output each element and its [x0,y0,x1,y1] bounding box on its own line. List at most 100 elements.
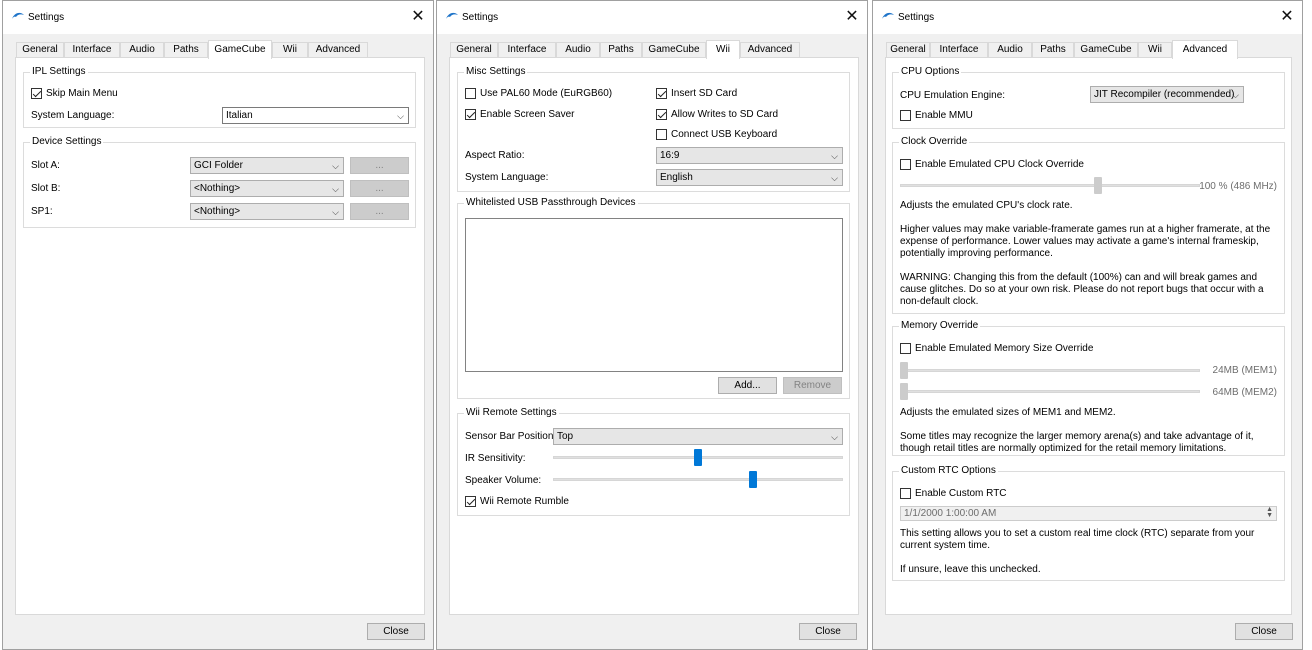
sp1-dropdown[interactable]: <Nothing> ⌵ [190,203,344,220]
description-text: Adjusts the emulated CPU's clock rate. [900,200,1073,211]
dolphin-icon [446,12,458,19]
title-bar[interactable]: Settings ✕ [3,1,433,34]
checkbox-label: Use PAL60 Mode (EuRGB60) [480,88,613,99]
mem2-slider-thumb[interactable] [900,383,908,400]
speaker-volume-slider[interactable] [553,478,843,481]
checkbox-label: Allow Writes to SD Card [671,109,779,120]
chevron-down-icon: ⌵ [332,161,339,171]
tab-interface[interactable]: Interface [930,42,988,58]
checkbox-label: Enable Emulated Memory Size Override [915,343,1094,354]
close-icon[interactable]: ✕ [1278,7,1296,27]
close-button[interactable]: Close [367,623,425,640]
group-title: Misc Settings [464,66,528,78]
usb-devices-list[interactable] [465,218,843,372]
screen-saver-checkbox[interactable] [465,109,476,120]
enable-mmu-checkbox[interactable] [900,110,911,121]
tab-audio[interactable]: Audio [988,42,1032,58]
tab-wii[interactable]: Wii [706,40,740,59]
aspect-ratio-label: Aspect Ratio: [465,150,525,161]
tab-paths[interactable]: Paths [600,42,642,58]
rtc-datetime-input[interactable]: 1/1/2000 1:00:00 AM ▲ ▼ [900,506,1277,521]
cpu-engine-dropdown[interactable]: JIT Recompiler (recommended) ⌵ [1090,86,1244,103]
group-title: Memory Override [899,320,981,332]
connect-usb-keyboard-checkbox[interactable] [656,129,667,140]
dropdown-value: English [660,172,693,183]
group-title: IPL Settings [30,66,88,78]
up-down-arrows-icon[interactable]: ▲ ▼ [1266,506,1273,519]
tab-advanced[interactable]: Advanced [740,42,800,58]
speaker-volume-slider-thumb[interactable] [749,471,758,488]
group-title: Wii Remote Settings [464,407,559,419]
close-button[interactable]: Close [1235,623,1293,640]
cpu-clock-value: 100 % (486 MHz) [1199,181,1277,192]
skip-main-menu-checkbox[interactable] [31,88,42,99]
tab-interface[interactable]: Interface [498,42,556,58]
wii-panel: Misc Settings Use PAL60 Mode (EuRGB60) E… [449,57,859,615]
remove-device-button[interactable]: Remove [783,377,842,394]
custom-rtc-group: Custom RTC Options Enable Custom RTC 1/1… [892,465,1285,581]
group-title: Whitelisted USB Passthrough Devices [464,197,638,209]
tab-audio[interactable]: Audio [556,42,600,58]
tab-gamecube[interactable]: GameCube [642,42,706,58]
settings-window-wii: Settings ✕ General Interface Audio Paths… [436,0,868,650]
tab-gamecube[interactable]: GameCube [208,40,272,59]
chevron-down-icon: ⌵ [332,207,339,217]
slot-b-dropdown[interactable]: <Nothing> ⌵ [190,180,344,197]
checkbox-label: Wii Remote Rumble [480,496,569,507]
tab-gamecube[interactable]: GameCube [1074,42,1138,58]
system-language-label: System Language: [465,172,549,183]
close-icon[interactable]: ✕ [843,7,861,27]
enable-custom-rtc-checkbox[interactable] [900,488,911,499]
sensor-bar-dropdown[interactable]: Top ⌵ [553,428,843,445]
tab-general[interactable]: General [16,42,64,58]
dropdown-value: <Nothing> [194,183,241,194]
mem1-slider-thumb[interactable] [900,362,908,379]
tab-advanced[interactable]: Advanced [308,42,368,58]
pal60-checkbox[interactable] [465,88,476,99]
enable-cpu-clock-override-checkbox[interactable] [900,159,911,170]
close-button[interactable]: Close [799,623,857,640]
mem1-value: 24MB (MEM1) [1212,365,1277,376]
chevron-down-icon: ⌵ [831,432,838,442]
tab-advanced[interactable]: Advanced [1172,40,1238,59]
close-icon[interactable]: ✕ [409,7,427,27]
mem2-value: 64MB (MEM2) [1212,387,1277,398]
tab-wii[interactable]: Wii [1138,42,1172,58]
ir-sensitivity-slider-thumb[interactable] [694,449,702,466]
checkbox-label: Connect USB Keyboard [671,129,778,140]
cpu-clock-slider-thumb[interactable] [1094,177,1102,194]
description-text: This setting allows you to set a custom … [900,528,1255,551]
tab-general[interactable]: General [450,42,498,58]
slot-b-config-button[interactable]: ... [350,180,409,197]
sp1-config-button[interactable]: ... [350,203,409,220]
allow-writes-sd-checkbox[interactable] [656,109,667,120]
system-language-dropdown[interactable]: Italian ⌵ [222,107,409,124]
title-bar[interactable]: Settings ✕ [437,1,867,34]
tab-interface[interactable]: Interface [64,42,120,58]
tab-audio[interactable]: Audio [120,42,164,58]
ipl-settings-group: IPL Settings Skip Main Menu System Langu… [23,66,416,128]
datetime-value: 1/1/2000 1:00:00 AM [904,508,997,519]
tab-general[interactable]: General [886,42,930,58]
insert-sd-checkbox[interactable] [656,88,667,99]
slot-a-config-button[interactable]: ... [350,157,409,174]
tab-wii[interactable]: Wii [272,42,308,58]
slot-a-dropdown[interactable]: GCI Folder ⌵ [190,157,344,174]
window-title: Settings [462,12,499,23]
slot-b-label: Slot B: [31,183,61,194]
mem2-slider[interactable] [900,390,1200,393]
enable-memory-override-checkbox[interactable] [900,343,911,354]
tab-paths[interactable]: Paths [1032,42,1074,58]
sp1-label: SP1: [31,206,53,217]
aspect-ratio-dropdown[interactable]: 16:9 ⌵ [656,147,843,164]
checkbox-label: Enable Custom RTC [915,488,1007,499]
dropdown-value: Italian [226,110,253,121]
add-device-button[interactable]: Add... [718,377,777,394]
ir-sensitivity-label: IR Sensitivity: [465,453,526,464]
system-language-dropdown[interactable]: English ⌵ [656,169,843,186]
cpu-clock-slider[interactable] [900,184,1200,187]
title-bar[interactable]: Settings ✕ [873,1,1302,34]
mem1-slider[interactable] [900,369,1200,372]
wii-remote-rumble-checkbox[interactable] [465,496,476,507]
tab-paths[interactable]: Paths [164,42,208,58]
